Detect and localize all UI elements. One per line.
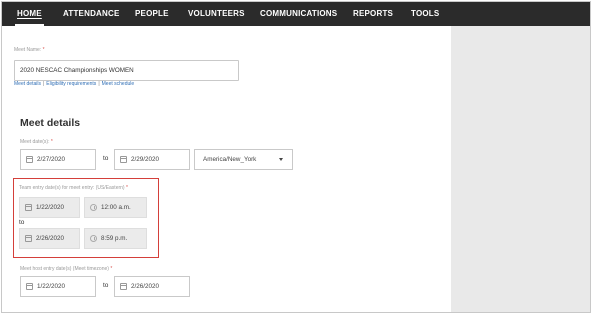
- nav-reports[interactable]: REPORTS: [353, 2, 393, 26]
- nav-attendance[interactable]: ATTENDANCE: [63, 2, 120, 26]
- to-label: to: [103, 155, 109, 162]
- nav-communications[interactable]: COMMUNICATIONS: [260, 2, 337, 26]
- host-entry-end-date-input[interactable]: 2/26/2020: [114, 276, 190, 297]
- meet-name-label: Meet Name: *: [14, 47, 45, 53]
- calendar-icon: [26, 283, 33, 290]
- team-entry-label: Team entry date(s) for meet entry: (US/E…: [19, 185, 128, 191]
- calendar-icon: [26, 156, 33, 163]
- to-label: to: [19, 219, 25, 226]
- section-title: Meet details: [20, 117, 81, 129]
- team-entry-end-time-input[interactable]: 8:59 p.m.: [84, 228, 147, 249]
- calendar-icon: [25, 204, 32, 211]
- calendar-icon: [120, 283, 127, 290]
- team-entry-start-time-input[interactable]: 12:00 a.m.: [84, 197, 147, 218]
- app-window: HOME ATTENDANCE PEOPLE VOLUNTEERS COMMUN…: [1, 1, 591, 313]
- nav-tools[interactable]: TOOLS: [411, 2, 439, 26]
- nav-people[interactable]: PEOPLE: [135, 2, 169, 26]
- meet-start-date-input[interactable]: 2/27/2020: [20, 149, 96, 170]
- meet-name-input[interactable]: 2020 NESCAC Championships WOMEN: [14, 60, 239, 81]
- host-entry-start-date-input[interactable]: 1/22/2020: [20, 276, 96, 297]
- side-panel: [451, 26, 590, 312]
- timezone-select[interactable]: America/New_York: [194, 149, 293, 170]
- clock-icon: [90, 235, 97, 242]
- clock-icon: [90, 204, 97, 211]
- caret-down-icon: [279, 158, 283, 161]
- nav-volunteers[interactable]: VOLUNTEERS: [188, 2, 245, 26]
- link-meet-details[interactable]: Meet details: [14, 81, 41, 87]
- to-label: to: [103, 282, 109, 289]
- calendar-icon: [120, 156, 127, 163]
- top-nav: HOME ATTENDANCE PEOPLE VOLUNTEERS COMMUN…: [2, 2, 590, 26]
- team-entry-end-date-input[interactable]: 2/26/2020: [19, 228, 80, 249]
- host-entry-label: Meet host entry date(s) (Meet timezone) …: [20, 266, 113, 272]
- meet-end-date-input[interactable]: 2/29/2020: [114, 149, 190, 170]
- section-links: Meet details | Eligibility requirements | Me…: [14, 81, 135, 87]
- nav-home[interactable]: HOME: [15, 2, 44, 26]
- team-entry-start-date-input[interactable]: 1/22/2020: [19, 197, 80, 218]
- calendar-icon: [25, 235, 32, 242]
- link-eligibility[interactable]: Eligibility requirements: [46, 81, 96, 87]
- link-meet-schedule[interactable]: Meet schedule: [102, 81, 135, 87]
- meet-dates-label: Meet date(s): *: [20, 139, 53, 145]
